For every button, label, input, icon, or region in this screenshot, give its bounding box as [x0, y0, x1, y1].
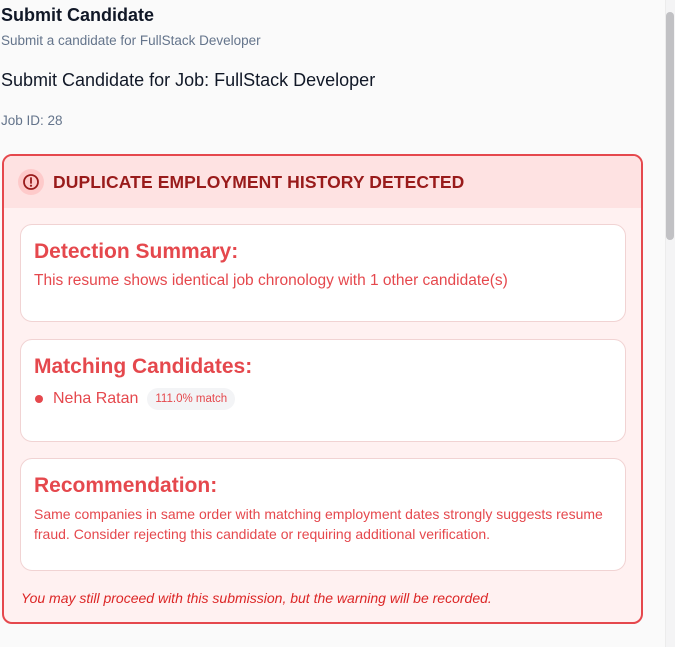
- page-title: Submit Candidate: [1, 5, 155, 25]
- duplicate-history-alert: DUPLICATE EMPLOYMENT HISTORY DETECTED De…: [2, 154, 643, 624]
- job-heading: Submit Candidate for Job: FullStack Deve…: [1, 70, 376, 90]
- detection-summary-heading: Detection Summary:: [34, 240, 239, 263]
- recommendation-card: Recommendation: Same companies in same o…: [20, 458, 626, 571]
- warning-footnote: You may still proceed with this submissi…: [21, 590, 492, 606]
- detection-summary-text: This resume shows identical job chronolo…: [34, 272, 508, 289]
- scrollbar[interactable]: [665, 0, 675, 647]
- job-id: Job ID: 28: [1, 113, 63, 128]
- alert-circle-icon: [18, 169, 44, 195]
- detection-summary-card: Detection Summary: This resume shows ide…: [20, 224, 626, 322]
- candidate-name: Neha Ratan: [53, 390, 139, 407]
- page-subtitle: Submit a candidate for FullStack Develop…: [1, 33, 261, 48]
- recommendation-text: Same companies in same order with matchi…: [34, 506, 603, 542]
- matching-candidates-card: Matching Candidates: Neha Ratan 111.0% m…: [20, 339, 626, 442]
- match-badge: 111.0% match: [147, 388, 236, 410]
- list-item: Neha Ratan 111.0% match: [35, 388, 236, 410]
- scrollbar-thumb[interactable]: [666, 12, 674, 240]
- matching-candidates-heading: Matching Candidates:: [34, 355, 253, 378]
- recommendation-heading: Recommendation:: [34, 474, 218, 497]
- submit-candidate-page: Submit Candidate Submit a candidate for …: [0, 0, 675, 647]
- alert-title: DUPLICATE EMPLOYMENT HISTORY DETECTED: [53, 171, 465, 192]
- bullet-icon: [35, 395, 43, 403]
- alert-header: DUPLICATE EMPLOYMENT HISTORY DETECTED: [4, 156, 641, 208]
